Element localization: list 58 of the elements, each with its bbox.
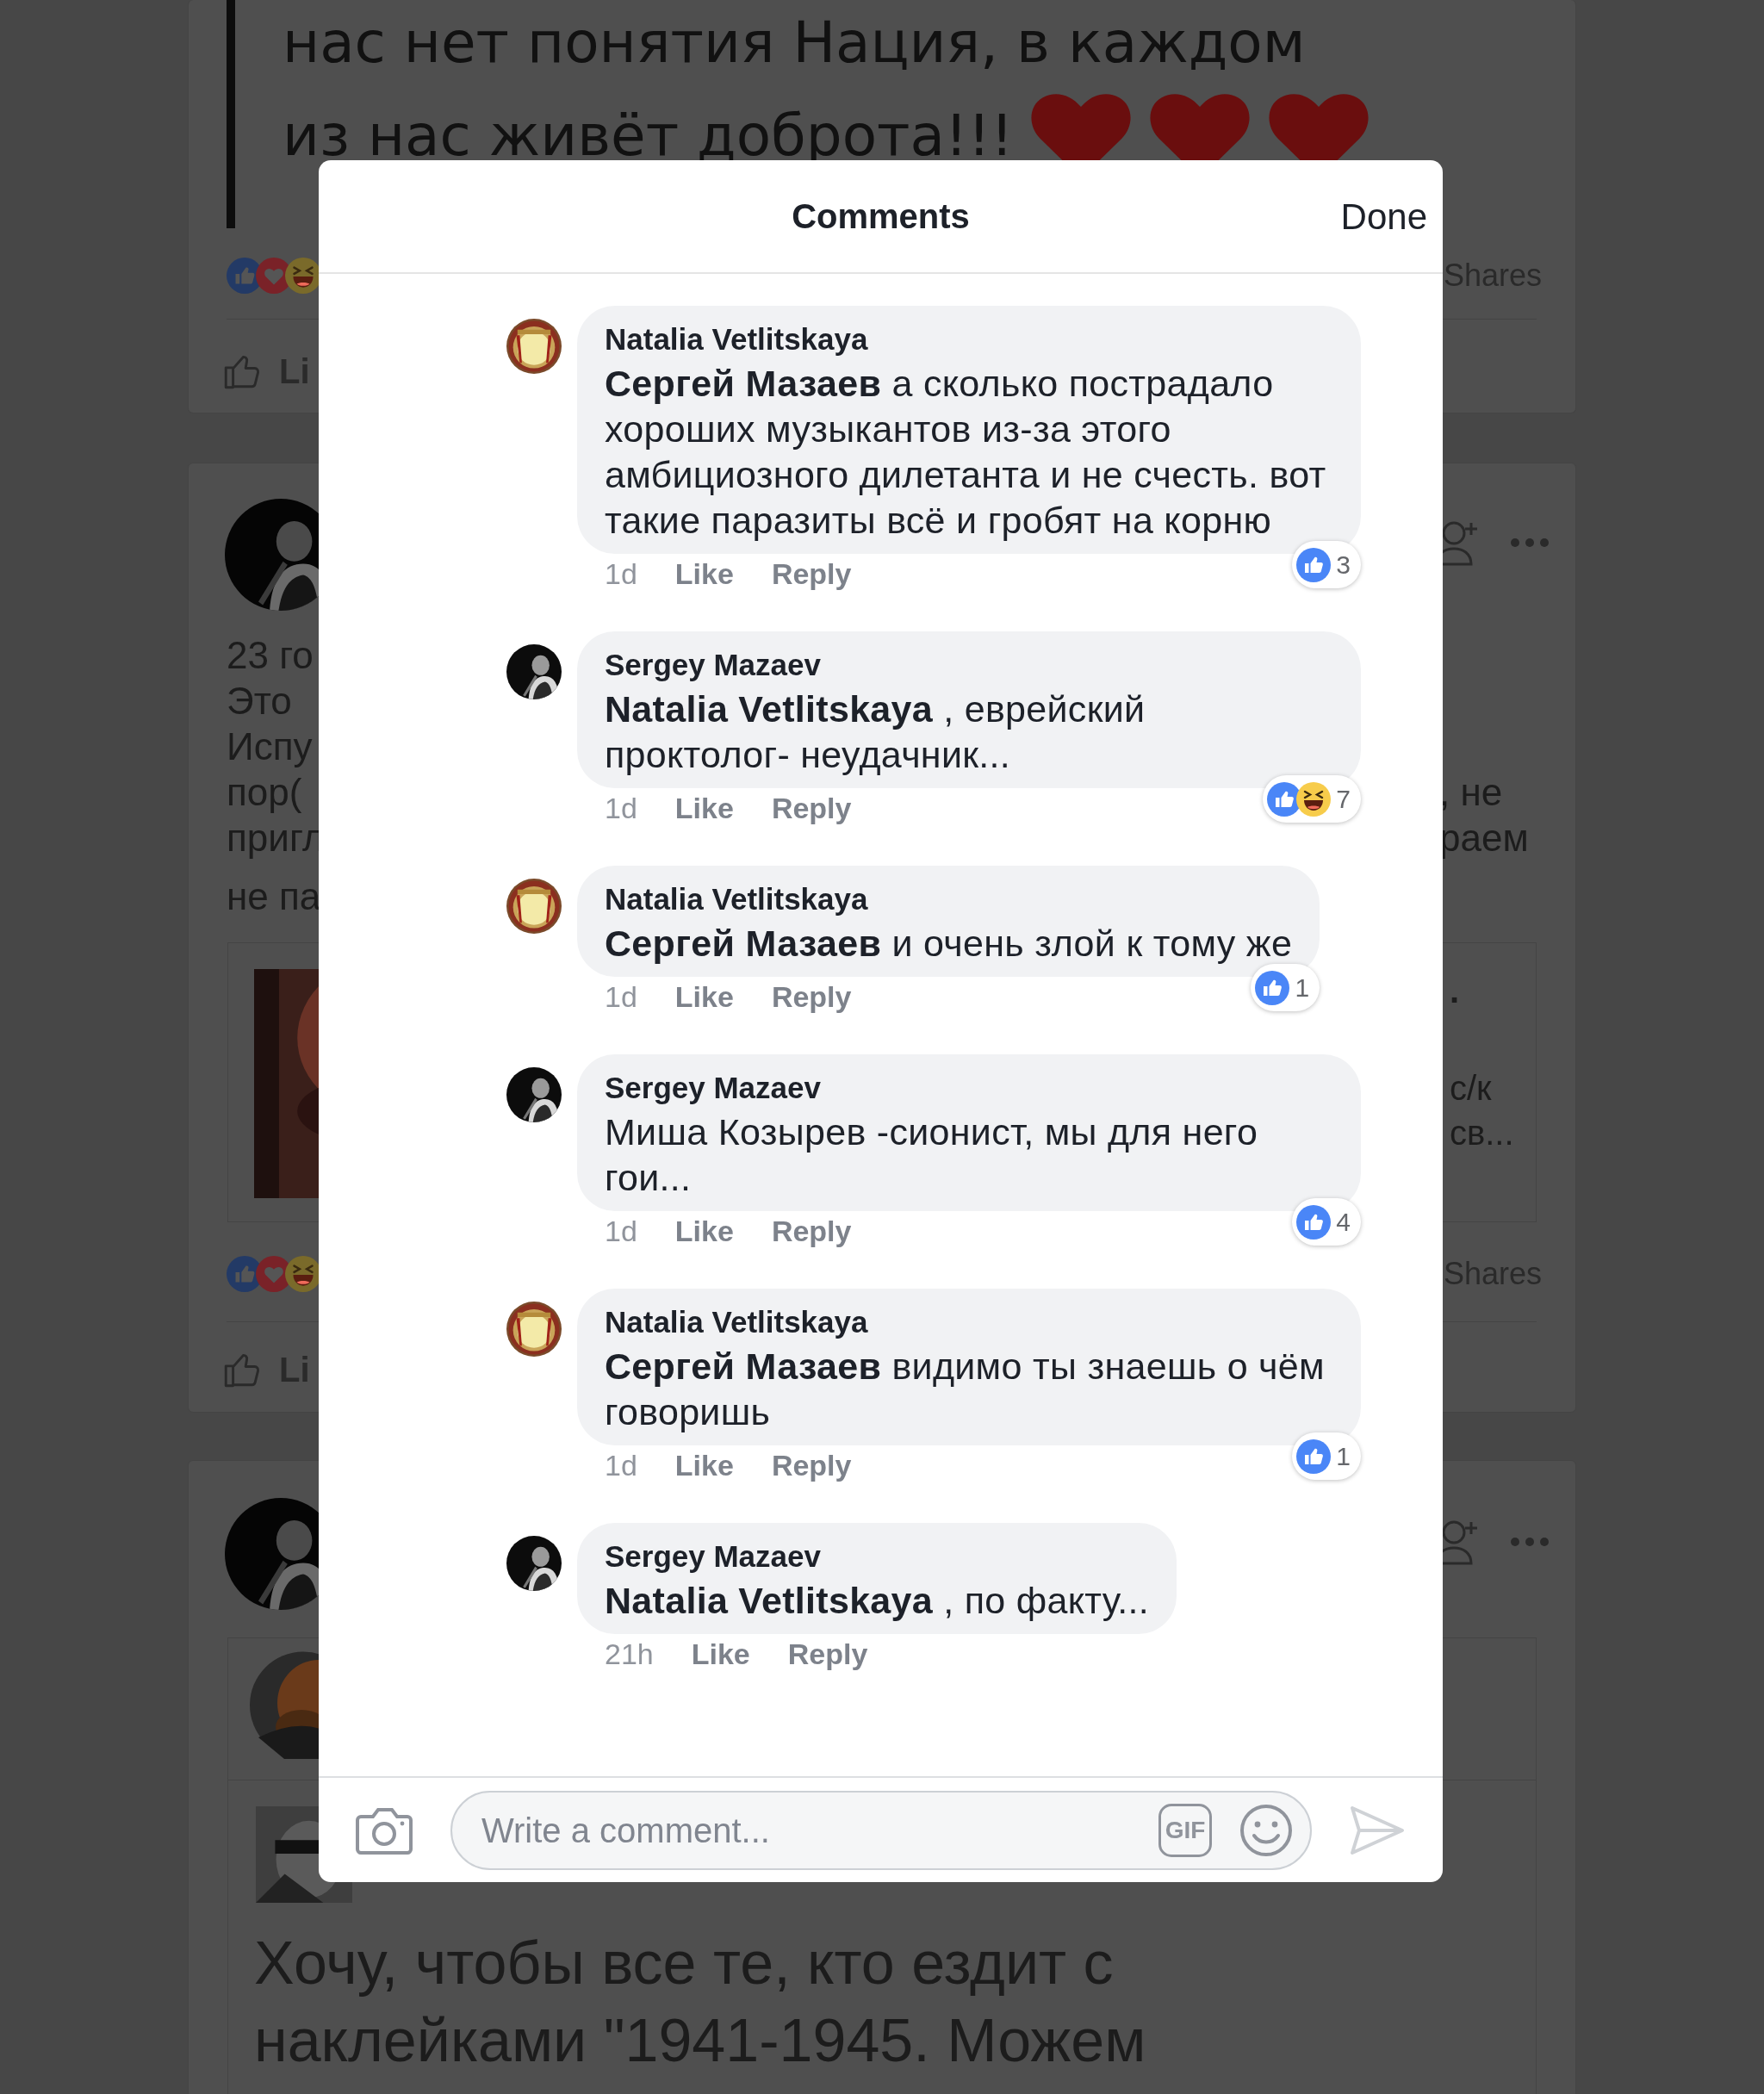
- like-link[interactable]: Like: [674, 1211, 734, 1251]
- reaction-count: 3: [1336, 550, 1351, 581]
- more-icon[interactable]: [1510, 537, 1550, 548]
- comment-text: Сергей Мазаев и очень злой к тому же: [605, 922, 1293, 966]
- reply-link[interactable]: Reply: [771, 977, 852, 1016]
- comment-text: Миша Козырев -сионист, мы для него гои...: [605, 1110, 1259, 1200]
- comment-text: Natalia Vetlitskaya , еврейский проктолог- неудачник...: [605, 687, 1146, 777]
- reply-link[interactable]: Reply: [771, 554, 852, 593]
- reaction-badge[interactable]: 3: [1292, 541, 1361, 588]
- smiley-icon[interactable]: [1239, 1803, 1293, 1857]
- like-link[interactable]: Like: [674, 1445, 734, 1485]
- image-text: из нас живёт доброта!!!: [283, 102, 1014, 171]
- reaction-count: 7: [1336, 784, 1351, 815]
- done-button[interactable]: Done: [1340, 189, 1427, 244]
- like-link[interactable]: Like: [691, 1634, 750, 1674]
- link-title: .: [1450, 971, 1461, 1011]
- comment-author[interactable]: Sergey Mazaev: [605, 1535, 1149, 1578]
- reply-link[interactable]: Reply: [771, 788, 852, 828]
- like-link[interactable]: Like: [674, 977, 734, 1016]
- comment-author[interactable]: Natalia Vetlitskaya: [605, 878, 1293, 921]
- comment-time: 21h: [605, 1637, 654, 1672]
- comment-text: Сергей Мазаев а сколько пострадало хороших музыкантов из-за этого амбициозного дилетанта и не счесть. вот такие паразиты всё и гробят на корню: [605, 362, 1327, 543]
- reaction-badge[interactable]: 7: [1263, 775, 1361, 823]
- comment-time: 1d: [605, 1448, 637, 1483]
- thumbs-up-icon: [1296, 547, 1332, 582]
- reaction-count: 1: [1295, 972, 1310, 1004]
- send-icon[interactable]: [1349, 1804, 1406, 1856]
- thumbs-up-icon: [1255, 970, 1290, 1005]
- laughing-face-icon: [285, 1256, 321, 1292]
- like-link[interactable]: Like: [674, 554, 734, 593]
- image-text: нас нет понятия Нация, в каждом: [283, 9, 1307, 78]
- comment-input[interactable]: Write a comment... GIF: [450, 1790, 1312, 1870]
- reaction-badge[interactable]: 1: [1292, 1432, 1361, 1480]
- like-link[interactable]: Like: [674, 788, 734, 828]
- thumbs-up-icon: [1296, 1438, 1332, 1474]
- more-icon[interactable]: [1510, 1537, 1550, 1547]
- reaction-badge[interactable]: 1: [1251, 964, 1320, 1011]
- reaction-count: 4: [1336, 1207, 1351, 1238]
- comment-time: 1d: [605, 556, 637, 592]
- comment-time: 1d: [605, 979, 637, 1015]
- reply-link[interactable]: Reply: [771, 1211, 852, 1251]
- comment-author[interactable]: Sergey Mazaev: [605, 643, 1333, 687]
- gif-button[interactable]: GIF: [1158, 1803, 1212, 1857]
- comment-text: Natalia Vetlitskaya , по факту...: [605, 1579, 1149, 1623]
- comment-text: Сергей Мазаев видимо ты знаешь о чём говоришь: [605, 1345, 1326, 1434]
- reaction-count: 1: [1336, 1441, 1351, 1472]
- comment-author[interactable]: Natalia Vetlitskaya: [605, 1301, 1333, 1344]
- laughing-face-icon: [1296, 781, 1332, 817]
- thumbs-up-icon: [1296, 1204, 1332, 1240]
- comment-time: 1d: [605, 791, 637, 826]
- comment-author[interactable]: Natalia Vetlitskaya: [605, 318, 1333, 361]
- comment-time: 1d: [605, 1214, 637, 1249]
- comment-author[interactable]: Sergey Mazaev: [605, 1066, 1333, 1109]
- reaction-badge[interactable]: 4: [1292, 1198, 1361, 1246]
- reply-link[interactable]: Reply: [771, 1445, 852, 1485]
- reply-link[interactable]: Reply: [787, 1634, 868, 1674]
- laughing-face-icon: [285, 258, 321, 294]
- dialog-title: Comments: [792, 196, 970, 237]
